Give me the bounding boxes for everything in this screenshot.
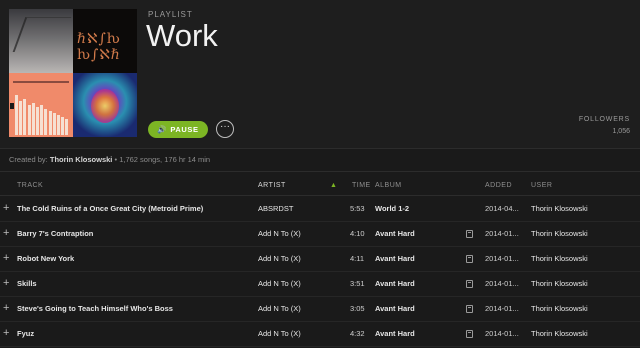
track-artist[interactable]: Add N To (X) [258, 329, 338, 338]
cover-tile-bar [44, 109, 48, 135]
track-duration: 4:32 [350, 329, 365, 338]
track-user[interactable]: Thorin Klosowski [531, 279, 636, 288]
cover-tile-square [10, 103, 14, 109]
cover-tile-bar [27, 105, 31, 135]
track-artist[interactable]: Add N To (X) [258, 229, 338, 238]
cover-tile-glyphs: ℏℵ∫ƕ ƕ∫ℵℏ [77, 31, 121, 63]
column-header-time[interactable]: TIME [352, 182, 371, 189]
meta-divider [0, 171, 640, 172]
track-user[interactable]: Thorin Klosowski [531, 304, 636, 313]
track-title: Robot New York [17, 254, 75, 263]
cover-tile-bar [40, 105, 44, 135]
add-track-icon[interactable]: + [3, 277, 9, 289]
local-file-icon [466, 230, 473, 238]
track-duration: 3:05 [350, 304, 365, 313]
more-options-button[interactable]: ··· [216, 120, 234, 138]
track-album[interactable]: Avant Hard [375, 229, 460, 238]
sort-ascending-icon: ▲ [330, 182, 337, 189]
cover-tile-bar [61, 117, 65, 135]
track-title: Barry 7's Contraption [17, 229, 94, 238]
speaker-icon: 🔊 [157, 125, 168, 134]
track-added-date: 2014-01... [485, 229, 519, 238]
track-album[interactable]: Avant Hard [375, 279, 460, 288]
local-file-icon [466, 280, 473, 288]
track-added-date: 2014-04... [485, 204, 519, 213]
row-divider [0, 346, 640, 347]
track-artist[interactable]: ABSRDST [258, 204, 338, 213]
cover-tile-script: ℏℵ∫ƕ ƕ∫ℵℏ [73, 9, 137, 73]
track-title: Skills [17, 279, 37, 288]
track-artist[interactable]: Add N To (X) [258, 254, 338, 263]
track-added-date: 2014-01... [485, 329, 519, 338]
cover-tile-face [91, 89, 119, 123]
playlist-summary: • 1,762 songs, 176 hr 14 min [114, 155, 211, 164]
track-added-date: 2014-01... [485, 254, 519, 263]
add-track-icon[interactable]: + [3, 327, 9, 339]
local-file-icon [466, 330, 473, 338]
column-header-user[interactable]: USER [531, 182, 552, 189]
track-title: Steve's Going to Teach Himself Who's Bos… [17, 304, 173, 313]
cover-tile-grey-landscape [9, 9, 73, 73]
add-track-icon[interactable]: + [3, 202, 9, 214]
track-artist[interactable]: Add N To (X) [258, 304, 338, 313]
column-header-album[interactable]: ALBUM [375, 182, 402, 189]
playlist-cover-mosaic[interactable]: ℏℵ∫ƕ ƕ∫ℵℏ [9, 9, 137, 137]
cover-tile-bar [65, 119, 69, 135]
track-user[interactable]: Thorin Klosowski [531, 254, 636, 263]
followers-label: FOLLOWERS [578, 116, 630, 123]
track-row[interactable]: + The Cold Ruins of a Once Great City (Me… [0, 196, 640, 221]
playlist-title: Work [146, 18, 218, 53]
cover-tile-bar [48, 111, 52, 135]
cover-tile-bar [57, 115, 60, 135]
pause-button[interactable]: 🔊 PAUSE [148, 121, 208, 138]
cover-tile-salmon-bars [9, 73, 73, 137]
column-header-artist[interactable]: ARTIST [258, 182, 286, 189]
track-title: Fyuz [17, 329, 35, 338]
column-header-track[interactable]: TRACK [17, 182, 43, 189]
add-track-icon[interactable]: + [3, 252, 9, 264]
track-album[interactable]: Avant Hard [375, 304, 460, 313]
track-user[interactable]: Thorin Klosowski [531, 204, 636, 213]
local-file-icon [466, 255, 473, 263]
track-album[interactable]: Avant Hard [375, 254, 460, 263]
track-added-date: 2014-01... [485, 304, 519, 313]
track-row[interactable]: + Robot New York Add N To (X) 4:11 Avant Har… [0, 246, 640, 271]
cover-tile-bar [15, 95, 18, 135]
cover-tile-bar [52, 113, 56, 135]
cover-tile-strip [13, 81, 69, 83]
track-user[interactable]: Thorin Klosowski [531, 229, 636, 238]
followers-count: 1,056 [612, 128, 630, 135]
track-row[interactable]: + Skills Add N To (X) 3:51 Avant Hard 2014-01… [0, 271, 640, 296]
track-duration: 4:10 [350, 229, 365, 238]
column-header-added[interactable]: ADDED [485, 182, 512, 189]
creator-link[interactable]: Thorin Klosowski [50, 155, 113, 164]
pause-button-label: PAUSE [170, 125, 199, 134]
cover-tile-bar [19, 101, 23, 135]
track-artist[interactable]: Add N To (X) [258, 279, 338, 288]
cover-tile-crack-shape [12, 17, 72, 52]
cover-tile-bar [31, 103, 35, 135]
track-user[interactable]: Thorin Klosowski [531, 329, 636, 338]
created-by-prefix: Created by: [9, 155, 48, 164]
local-file-icon [466, 305, 473, 313]
track-row[interactable]: + Fyuz Add N To (X) 4:32 Avant Hard 2014-01..… [0, 321, 640, 346]
track-row[interactable]: + Barry 7's Contraption Add N To (X) 4:10 Av… [0, 221, 640, 246]
track-album[interactable]: Avant Hard [375, 329, 460, 338]
cover-tile-bar [36, 107, 39, 135]
cover-tile-psychedelic [73, 73, 137, 137]
cover-tile-bar [23, 99, 27, 135]
add-track-icon[interactable]: + [3, 227, 9, 239]
track-duration: 4:11 [350, 254, 365, 263]
track-duration: 3:51 [350, 279, 365, 288]
header-divider [0, 148, 640, 149]
playlist-header: ℏℵ∫ƕ ƕ∫ℵℏ PLAYLIST Work 🔊 PAUSE ··· FOLL… [0, 0, 640, 148]
track-duration: 5:53 [350, 204, 365, 213]
track-row[interactable]: + Steve's Going to Teach Himself Who's Bo… [0, 296, 640, 321]
playlist-meta: Created by: Thorin Klosowski • 1,762 son… [9, 155, 210, 164]
add-track-icon[interactable]: + [3, 302, 9, 314]
track-added-date: 2014-01... [485, 279, 519, 288]
track-album[interactable]: World 1-2 [375, 204, 460, 213]
track-title: The Cold Ruins of a Once Great City (Met… [17, 204, 204, 213]
